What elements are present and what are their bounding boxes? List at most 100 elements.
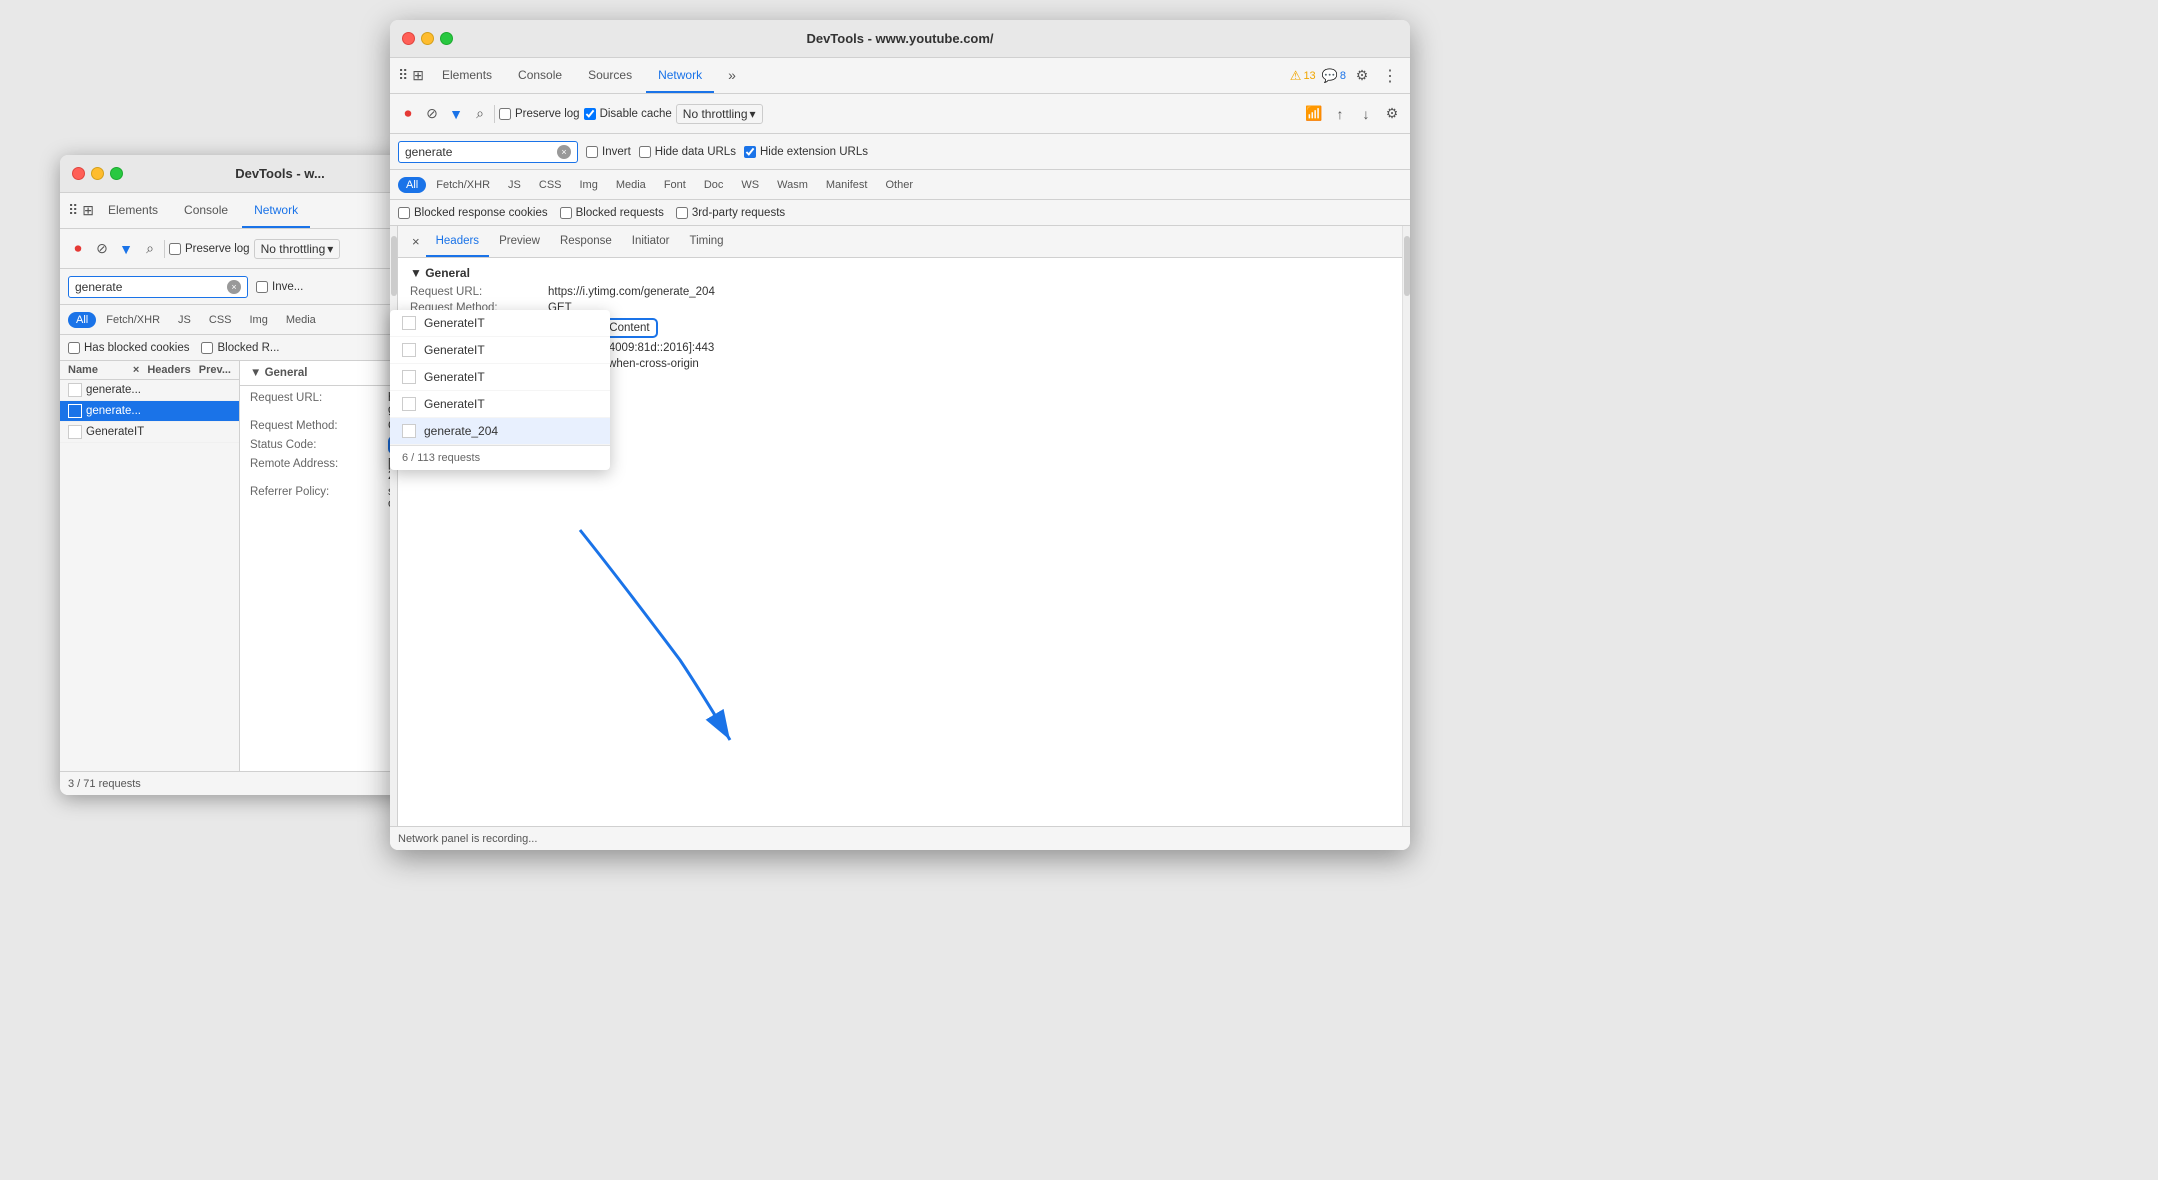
front-filter-media[interactable]: Media [608,177,654,193]
back-filter-button[interactable]: ▼ [116,239,136,259]
front-settings-tab-button[interactable]: ⚙ [1352,66,1372,86]
back-filter-all[interactable]: All [68,312,96,328]
front-blocked-cookies-input[interactable] [398,207,410,219]
back-invert-checkbox[interactable]: Inve... [256,281,303,293]
front-close-button[interactable] [402,32,415,45]
back-clear-button[interactable]: ⊘ [92,239,112,259]
front-hide-extension-urls-input[interactable] [744,146,756,158]
front-filter-js[interactable]: JS [500,177,529,193]
front-tab-preview[interactable]: Preview [489,226,550,257]
dropdown-item-1[interactable]: GenerateIT [390,310,610,337]
back-filter-media[interactable]: Media [278,312,324,328]
front-more-menu-button[interactable]: ⋮ [1378,66,1402,86]
front-tab-sources[interactable]: Sources [576,58,644,93]
front-hide-extension-urls-checkbox[interactable]: Hide extension URLs [744,146,868,158]
front-filter-fetch[interactable]: Fetch/XHR [428,177,498,193]
back-maximize-button[interactable] [110,167,123,180]
front-filter-css[interactable]: CSS [531,177,570,193]
back-blocked-cookies-checkbox[interactable]: Has blocked cookies [68,342,189,354]
front-tab-initiator[interactable]: Initiator [622,226,680,257]
back-network-item-1[interactable]: generate... [60,380,239,401]
front-record-button[interactable]: ⏺ [398,104,418,124]
front-download-button[interactable]: ↓ [1356,104,1376,124]
front-filter-button[interactable]: ▼ [446,104,466,124]
front-pointer-icon[interactable]: ⠿ [398,67,408,84]
dropdown-checkbox-4[interactable] [402,397,416,411]
front-tab-network[interactable]: Network [646,58,714,93]
front-search-clear[interactable]: × [557,145,571,159]
front-maximize-button[interactable] [440,32,453,45]
back-search-clear[interactable]: × [227,280,241,294]
back-tab-elements[interactable]: Elements [96,193,170,228]
front-tab-elements[interactable]: Elements [430,58,504,93]
back-network-item-3[interactable]: GenerateIT [60,422,239,443]
back-filter-js[interactable]: JS [170,312,199,328]
dropdown-item-4[interactable]: GenerateIT [390,391,610,418]
front-hide-data-urls-checkbox[interactable]: Hide data URLs [639,146,736,158]
back-preserve-log-input[interactable] [169,243,181,255]
front-wifi-icon[interactable]: 📶 [1304,104,1324,124]
front-tab-headers[interactable]: Headers [426,226,489,257]
back-close-col[interactable]: × [133,364,139,376]
front-tab-timing[interactable]: Timing [679,226,733,257]
front-filter-other[interactable]: Other [877,177,921,193]
back-tab-network[interactable]: Network [242,193,310,228]
dropdown-item-3[interactable]: GenerateIT [390,364,610,391]
back-tab-console[interactable]: Console [172,193,240,228]
back-invert-input[interactable] [256,281,268,293]
front-blocked-requests-checkbox[interactable]: Blocked requests [560,207,664,219]
back-preserve-log-checkbox[interactable]: Preserve log [169,243,250,255]
front-search-button[interactable]: ⌕ [470,104,490,124]
front-clear-button[interactable]: ⊘ [422,104,442,124]
front-more-tabs-btn[interactable]: » [716,58,748,93]
back-network-item-2-selected[interactable]: generate... [60,401,239,422]
dropdown-checkbox-5[interactable] [402,424,416,438]
front-blocked-cookies-checkbox[interactable]: Blocked response cookies [398,207,548,219]
back-search-input[interactable]: generate × [68,276,248,298]
back-blocked-cookies-input[interactable] [68,342,80,354]
front-throttling-dropdown[interactable]: No throttling ▾ [676,104,763,124]
front-third-party-checkbox[interactable]: 3rd-party requests [676,207,785,219]
front-filter-img[interactable]: Img [572,177,606,193]
back-blocked-requests-input[interactable] [201,342,213,354]
front-upload-button[interactable]: ↑ [1330,104,1350,124]
front-search-input[interactable]: generate × [398,141,578,163]
dropdown-checkbox-3[interactable] [402,370,416,384]
front-filter-manifest[interactable]: Manifest [818,177,876,193]
front-tab-console[interactable]: Console [506,58,574,93]
front-disable-cache-checkbox[interactable]: Disable cache [584,108,672,120]
front-blocked-requests-input[interactable] [560,207,572,219]
front-invert-input[interactable] [586,146,598,158]
back-record-button[interactable]: ⏺ [68,239,88,259]
dropdown-item-2[interactable]: GenerateIT [390,337,610,364]
dropdown-item-5[interactable]: generate_204 [390,418,610,445]
back-throttling-dropdown[interactable]: No throttling ▾ [254,239,341,259]
front-filter-font[interactable]: Font [656,177,694,193]
dropdown-checkbox-1[interactable] [402,316,416,330]
dropdown-checkbox-2[interactable] [402,343,416,357]
front-network-settings-button[interactable]: ⚙ [1382,104,1402,124]
back-filter-fetch[interactable]: Fetch/XHR [98,312,168,328]
front-device-icon[interactable]: ⊞ [412,67,424,84]
front-hide-data-urls-input[interactable] [639,146,651,158]
front-invert-checkbox[interactable]: Invert [586,146,631,158]
front-preserve-log-input[interactable] [499,108,511,120]
front-preserve-log-checkbox[interactable]: Preserve log [499,108,580,120]
back-blocked-requests-checkbox[interactable]: Blocked R... [201,342,279,354]
back-search-button[interactable]: ⌕ [140,239,160,259]
front-filter-wasm[interactable]: Wasm [769,177,816,193]
back-minimize-button[interactable] [91,167,104,180]
front-tab-response[interactable]: Response [550,226,622,257]
back-close-button[interactable] [72,167,85,180]
front-filter-all[interactable]: All [398,177,426,193]
front-detail-scrollbar-thumb[interactable] [1404,236,1410,296]
front-scrollbar-thumb[interactable] [391,236,397,296]
front-detail-close-button[interactable]: × [406,230,426,253]
front-filter-doc[interactable]: Doc [696,177,732,193]
front-filter-ws[interactable]: WS [733,177,767,193]
front-minimize-button[interactable] [421,32,434,45]
back-filter-css[interactable]: CSS [201,312,240,328]
front-disable-cache-input[interactable] [584,108,596,120]
back-filter-img[interactable]: Img [242,312,276,328]
front-third-party-input[interactable] [676,207,688,219]
